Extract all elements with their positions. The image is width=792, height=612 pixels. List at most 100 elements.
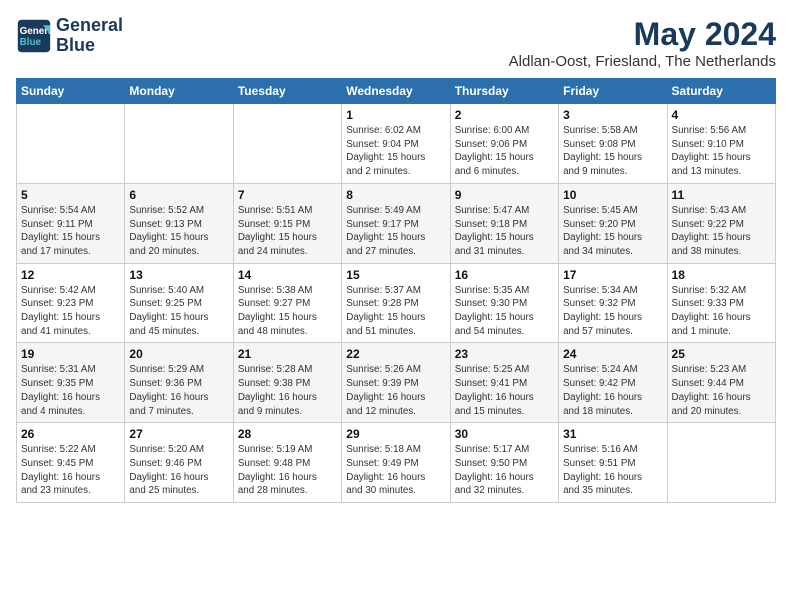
day-number: 25 — [672, 347, 771, 361]
day-number: 28 — [238, 427, 337, 441]
day-number: 13 — [129, 268, 228, 282]
calendar-cell: 7Sunrise: 5:51 AM Sunset: 9:15 PM Daylig… — [233, 183, 341, 263]
day-info: Sunrise: 5:56 AM Sunset: 9:10 PM Dayligh… — [672, 124, 771, 179]
title-block: May 2024 Aldlan-Oost, Friesland, The Net… — [509, 16, 776, 70]
day-number: 23 — [455, 347, 554, 361]
calendar-cell: 22Sunrise: 5:26 AM Sunset: 9:39 PM Dayli… — [342, 343, 450, 423]
day-info: Sunrise: 5:47 AM Sunset: 9:18 PM Dayligh… — [455, 204, 554, 259]
day-info: Sunrise: 5:17 AM Sunset: 9:50 PM Dayligh… — [455, 443, 554, 498]
day-number: 22 — [346, 347, 445, 361]
calendar-cell — [125, 104, 233, 184]
week-row-1: 1 Sunrise: 6:02 AM Sunset: 9:04 PM Daylig… — [17, 104, 776, 184]
day-info: Sunrise: 5:22 AM Sunset: 9:45 PM Dayligh… — [21, 443, 120, 498]
calendar-cell: 15 Sunrise: 5:37 AM Sunset: 9:28 PM Dayli… — [342, 263, 450, 343]
calendar-cell: 11 Sunrise: 5:43 AM Sunset: 9:22 PM Dayli… — [667, 183, 775, 263]
day-info: Sunrise: 5:19 AM Sunset: 9:48 PM Dayligh… — [238, 443, 337, 498]
day-info: Sunrise: 5:37 AM Sunset: 9:28 PM Dayligh… — [346, 284, 445, 339]
day-number: 8 — [346, 188, 445, 202]
header-cell-wednesday: Wednesday — [342, 79, 450, 104]
day-info: Sunrise: 5:34 AM Sunset: 9:32 PM Dayligh… — [563, 284, 662, 339]
calendar-cell: 14Sunrise: 5:38 AM Sunset: 9:27 PM Dayli… — [233, 263, 341, 343]
day-info: Sunrise: 5:43 AM Sunset: 9:22 PM Dayligh… — [672, 204, 771, 259]
calendar-cell: 17 Sunrise: 5:34 AM Sunset: 9:32 PM Dayli… — [559, 263, 667, 343]
day-info: Sunrise: 5:25 AM Sunset: 9:41 PM Dayligh… — [455, 363, 554, 418]
calendar-cell — [233, 104, 341, 184]
calendar-cell: 6Sunrise: 5:52 AM Sunset: 9:13 PM Daylig… — [125, 183, 233, 263]
day-info: Sunrise: 5:51 AM Sunset: 9:15 PM Dayligh… — [238, 204, 337, 259]
calendar-cell: 27Sunrise: 5:20 AM Sunset: 9:46 PM Dayli… — [125, 423, 233, 503]
week-row-2: 5 Sunrise: 5:54 AM Sunset: 9:11 PM Daylig… — [17, 183, 776, 263]
day-number: 24 — [563, 347, 662, 361]
day-number: 27 — [129, 427, 228, 441]
calendar-cell: 24 Sunrise: 5:24 AM Sunset: 9:42 PM Dayli… — [559, 343, 667, 423]
week-row-3: 12Sunrise: 5:42 AM Sunset: 9:23 PM Dayli… — [17, 263, 776, 343]
page-header: General Blue General Blue May 2024 Aldla… — [16, 16, 776, 70]
day-info: Sunrise: 5:23 AM Sunset: 9:44 PM Dayligh… — [672, 363, 771, 418]
day-info: Sunrise: 5:16 AM Sunset: 9:51 PM Dayligh… — [563, 443, 662, 498]
header-cell-sunday: Sunday — [17, 79, 125, 104]
day-number: 9 — [455, 188, 554, 202]
day-info: Sunrise: 5:54 AM Sunset: 9:11 PM Dayligh… — [21, 204, 120, 259]
day-info: Sunrise: 5:18 AM Sunset: 9:49 PM Dayligh… — [346, 443, 445, 498]
day-number: 26 — [21, 427, 120, 441]
calendar-cell: 31 Sunrise: 5:16 AM Sunset: 9:51 PM Dayli… — [559, 423, 667, 503]
calendar-cell: 8Sunrise: 5:49 AM Sunset: 9:17 PM Daylig… — [342, 183, 450, 263]
logo-wordmark: General Blue — [56, 16, 123, 56]
calendar-cell: 23 Sunrise: 5:25 AM Sunset: 9:41 PM Dayli… — [450, 343, 558, 423]
day-number: 16 — [455, 268, 554, 282]
calendar-cell: 3 Sunrise: 5:58 AM Sunset: 9:08 PM Daylig… — [559, 104, 667, 184]
day-number: 11 — [672, 188, 771, 202]
week-row-5: 26 Sunrise: 5:22 AM Sunset: 9:45 PM Dayli… — [17, 423, 776, 503]
calendar-cell: 25 Sunrise: 5:23 AM Sunset: 9:44 PM Dayli… — [667, 343, 775, 423]
day-info: Sunrise: 5:40 AM Sunset: 9:25 PM Dayligh… — [129, 284, 228, 339]
calendar-cell: 4Sunrise: 5:56 AM Sunset: 9:10 PM Daylig… — [667, 104, 775, 184]
calendar-cell: 29 Sunrise: 5:18 AM Sunset: 9:49 PM Dayli… — [342, 423, 450, 503]
calendar-cell: 26 Sunrise: 5:22 AM Sunset: 9:45 PM Dayli… — [17, 423, 125, 503]
calendar-cell: 20 Sunrise: 5:29 AM Sunset: 9:36 PM Dayli… — [125, 343, 233, 423]
calendar-cell — [667, 423, 775, 503]
day-info: Sunrise: 5:24 AM Sunset: 9:42 PM Dayligh… — [563, 363, 662, 418]
calendar-subtitle: Aldlan-Oost, Friesland, The Netherlands — [509, 53, 776, 70]
calendar-cell: 16 Sunrise: 5:35 AM Sunset: 9:30 PM Dayli… — [450, 263, 558, 343]
day-info: Sunrise: 6:02 AM Sunset: 9:04 PM Dayligh… — [346, 124, 445, 179]
calendar-header: SundayMondayTuesdayWednesdayThursdayFrid… — [17, 79, 776, 104]
day-number: 1 — [346, 108, 445, 122]
day-number: 12 — [21, 268, 120, 282]
day-info: Sunrise: 5:35 AM Sunset: 9:30 PM Dayligh… — [455, 284, 554, 339]
calendar-cell — [17, 104, 125, 184]
calendar-cell: 19 Sunrise: 5:31 AM Sunset: 9:35 PM Dayli… — [17, 343, 125, 423]
calendar-title: May 2024 — [509, 16, 776, 53]
calendar-cell: 2Sunrise: 6:00 AM Sunset: 9:06 PM Daylig… — [450, 104, 558, 184]
day-number: 19 — [21, 347, 120, 361]
calendar-cell: 28 Sunrise: 5:19 AM Sunset: 9:48 PM Dayli… — [233, 423, 341, 503]
logo-icon: General Blue — [16, 18, 52, 54]
logo-line1: General — [56, 16, 123, 36]
calendar-cell: 18 Sunrise: 5:32 AM Sunset: 9:33 PM Dayli… — [667, 263, 775, 343]
day-number: 3 — [563, 108, 662, 122]
day-info: Sunrise: 5:45 AM Sunset: 9:20 PM Dayligh… — [563, 204, 662, 259]
day-number: 18 — [672, 268, 771, 282]
header-cell-thursday: Thursday — [450, 79, 558, 104]
day-number: 20 — [129, 347, 228, 361]
header-row: SundayMondayTuesdayWednesdayThursdayFrid… — [17, 79, 776, 104]
day-number: 31 — [563, 427, 662, 441]
calendar-table: SundayMondayTuesdayWednesdayThursdayFrid… — [16, 78, 776, 503]
day-info: Sunrise: 5:32 AM Sunset: 9:33 PM Dayligh… — [672, 284, 771, 339]
day-number: 14 — [238, 268, 337, 282]
day-number: 17 — [563, 268, 662, 282]
day-number: 5 — [21, 188, 120, 202]
day-number: 29 — [346, 427, 445, 441]
logo-line2: Blue — [56, 36, 123, 56]
day-info: Sunrise: 5:29 AM Sunset: 9:36 PM Dayligh… — [129, 363, 228, 418]
day-info: Sunrise: 5:28 AM Sunset: 9:38 PM Dayligh… — [238, 363, 337, 418]
header-cell-tuesday: Tuesday — [233, 79, 341, 104]
svg-text:Blue: Blue — [20, 37, 42, 48]
day-number: 15 — [346, 268, 445, 282]
day-number: 10 — [563, 188, 662, 202]
day-info: Sunrise: 5:58 AM Sunset: 9:08 PM Dayligh… — [563, 124, 662, 179]
calendar-cell: 30Sunrise: 5:17 AM Sunset: 9:50 PM Dayli… — [450, 423, 558, 503]
day-info: Sunrise: 6:00 AM Sunset: 9:06 PM Dayligh… — [455, 124, 554, 179]
day-info: Sunrise: 5:31 AM Sunset: 9:35 PM Dayligh… — [21, 363, 120, 418]
calendar-cell: 10 Sunrise: 5:45 AM Sunset: 9:20 PM Dayli… — [559, 183, 667, 263]
day-number: 21 — [238, 347, 337, 361]
